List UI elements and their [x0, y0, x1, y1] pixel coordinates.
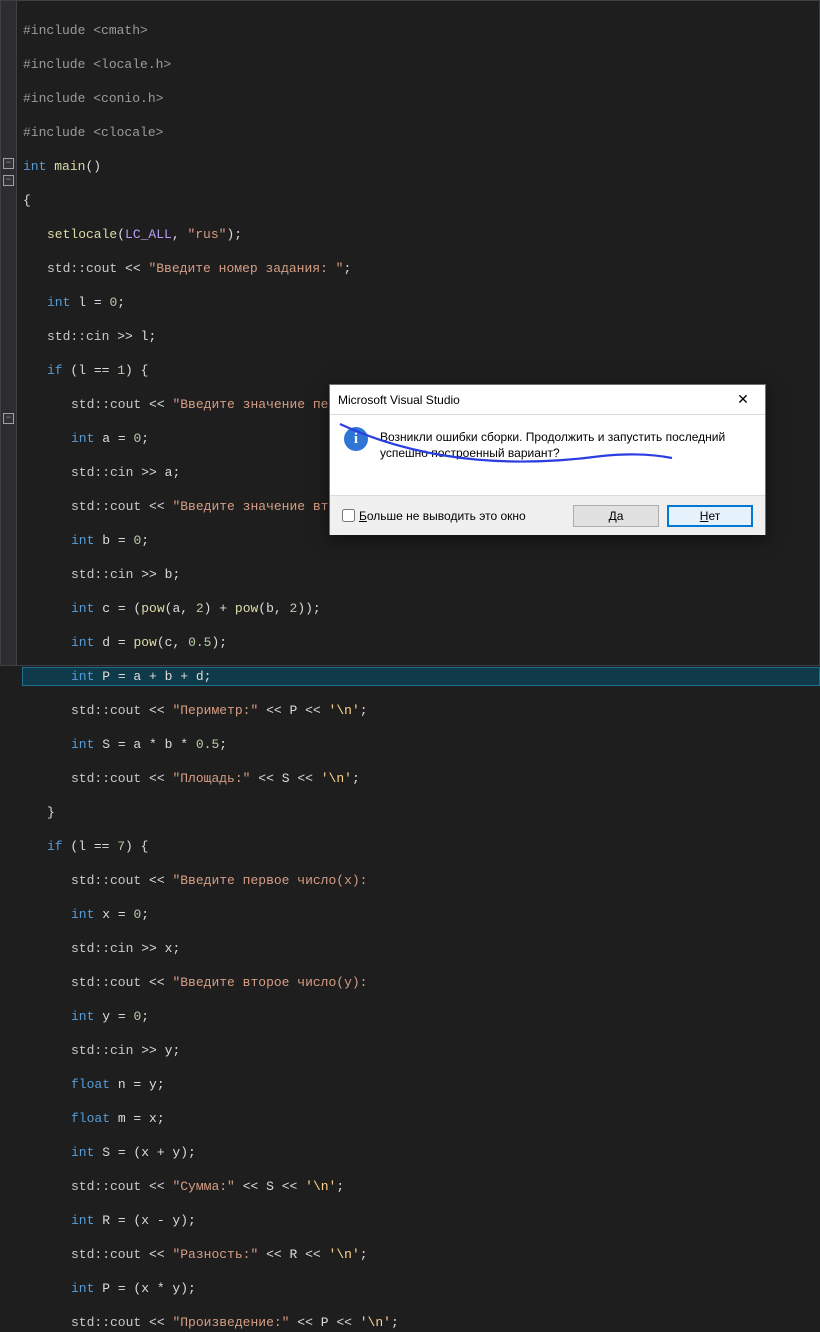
fn-call: setlocale: [47, 227, 117, 242]
dont-show-label[interactable]: Больше не выводить это окно: [359, 509, 526, 523]
code-editor[interactable]: − − − #include <cmath> #include <locale.…: [0, 0, 820, 666]
cout: std::cout: [47, 261, 117, 276]
fold-toggle[interactable]: −: [3, 158, 14, 169]
info-icon: i: [344, 427, 368, 451]
close-icon[interactable]: ✕: [729, 389, 757, 411]
string: "Введите номер задания: ": [148, 261, 343, 276]
dialog-body: i Возникли ошибки сборки. Продолжить и з…: [330, 415, 765, 495]
keyword: int: [23, 159, 46, 174]
dialog-footer: Больше не выводить это окно Да Нет: [330, 495, 765, 535]
fold-toggle[interactable]: −: [3, 175, 14, 186]
dialog-titlebar[interactable]: Microsoft Visual Studio ✕: [330, 385, 765, 415]
string: "rus": [187, 227, 226, 242]
build-error-dialog: Microsoft Visual Studio ✕ i Возникли оши…: [329, 384, 766, 535]
no-button[interactable]: Нет: [667, 505, 753, 527]
dialog-message: Возникли ошибки сборки. Продолжить и зап…: [380, 427, 751, 481]
preproc: #include <clocale>: [23, 125, 163, 140]
function-name: main: [54, 159, 85, 174]
fold-gutter: − − −: [1, 1, 17, 665]
code-area[interactable]: #include <cmath> #include <locale.h> #in…: [17, 1, 819, 665]
highlighted-line: int P = a + b + d;: [23, 668, 819, 685]
macro: LC_ALL: [125, 227, 172, 242]
preproc: #include <cmath>: [23, 23, 148, 38]
dont-show-checkbox[interactable]: [342, 509, 355, 522]
preproc: #include <locale.h>: [23, 57, 171, 72]
yes-button[interactable]: Да: [573, 505, 659, 527]
preproc: #include <conio.h>: [23, 91, 163, 106]
dialog-title: Microsoft Visual Studio: [338, 393, 729, 407]
fold-toggle[interactable]: −: [3, 413, 14, 424]
